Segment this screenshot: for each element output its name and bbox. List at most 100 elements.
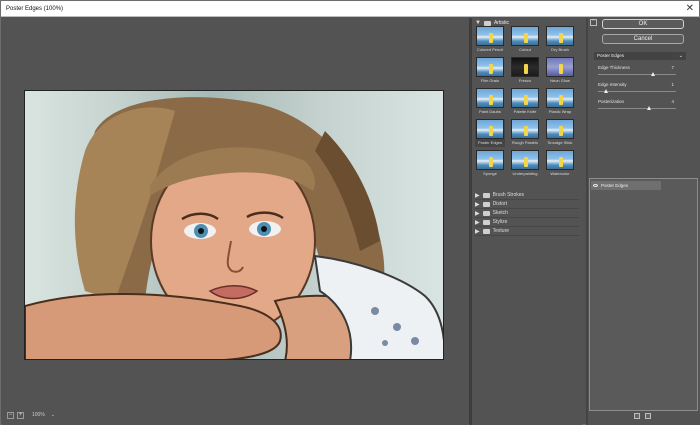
filter-thumbnail-label: Rough Pastels xyxy=(511,140,538,145)
filter-thumbnail[interactable]: Rough Pastels xyxy=(510,119,540,147)
triangle-right-icon: ▶ xyxy=(475,228,480,235)
parameter-slider: Posterization 4 xyxy=(598,99,676,113)
filter-preview-image xyxy=(546,26,574,46)
collapse-gallery-icon[interactable]: ⌃ xyxy=(590,19,597,26)
cancel-button[interactable]: Cancel xyxy=(602,34,684,44)
category-item[interactable]: ▶ Brush Strokes xyxy=(475,191,579,200)
parameter-value[interactable]: 4 xyxy=(671,99,674,104)
filter-preview-image xyxy=(511,150,539,170)
filter-thumbnail-label: Fresco xyxy=(518,78,532,83)
category-item[interactable]: ▶ Distort xyxy=(475,200,579,209)
slider-track[interactable] xyxy=(598,74,676,75)
filter-thumbnail-label: Cutout xyxy=(519,47,531,52)
filter-preview-image xyxy=(511,119,539,139)
zoom-value: 100% xyxy=(32,412,45,418)
slider-track[interactable] xyxy=(598,108,676,109)
filter-thumbnail-label: Neon Glow xyxy=(550,78,570,83)
filter-thumbnail[interactable]: Fresco xyxy=(510,57,540,85)
filter-preview-image xyxy=(546,88,574,108)
slider-handle[interactable] xyxy=(603,89,608,93)
category-list: ▶ Brush Strokes ▶ Distort ▶ Sketch ▶ Stylize ▶ Te… xyxy=(475,191,579,236)
filter-select[interactable]: Poster Edges ⌄ xyxy=(594,52,686,60)
filter-preview-image xyxy=(511,57,539,77)
filter-preview-image xyxy=(476,150,504,170)
new-layer-icon[interactable] xyxy=(634,413,640,419)
filter-thumbnail[interactable]: Poster Edges xyxy=(475,119,505,147)
category-item[interactable]: ▶ Stylize xyxy=(475,218,579,227)
filter-thumbnail-label: Dry Brush xyxy=(551,47,569,52)
slider-handle[interactable] xyxy=(647,106,652,110)
triangle-right-icon: ▶ xyxy=(475,201,480,208)
filter-thumbnail-label: Palette Knife xyxy=(513,109,537,114)
filter-thumbnail[interactable]: Neon Glow xyxy=(545,57,575,85)
zoom-select[interactable]: 100% ⌄ xyxy=(32,412,55,418)
zoom-out-button[interactable]: − xyxy=(7,411,14,419)
settings-panel: ⌃ OK Cancel Poster Edges ⌄ Edge Thicknes… xyxy=(588,18,700,425)
filter-thumbnail[interactable]: Underpainting xyxy=(510,150,540,178)
triangle-right-icon: ▶ xyxy=(475,219,480,226)
filter-thumbnail-label: Watercolor xyxy=(550,171,570,176)
filter-thumbnail[interactable]: Dry Brush xyxy=(545,26,575,54)
filter-thumbnail-label: Poster Edges xyxy=(477,140,502,145)
parameter-value[interactable]: 7 xyxy=(671,65,674,70)
window-title: Poster Edges (100%) xyxy=(6,6,64,12)
filter-preview-image xyxy=(476,88,504,108)
filter-thumbnail[interactable]: Plastic Wrap xyxy=(545,88,575,116)
zoom-bar: − + 100% ⌄ xyxy=(7,410,55,420)
folder-icon xyxy=(482,201,490,207)
effect-layer-label: Poster Edges xyxy=(601,183,629,188)
filter-preview-image xyxy=(476,26,504,46)
filter-gallery-window: Poster Edges (100%) ✕ − + 100% ⌄ ▼ Artis… xyxy=(0,0,700,425)
folder-icon xyxy=(482,219,490,225)
category-label: Distort xyxy=(492,201,508,207)
triangle-right-icon: ▶ xyxy=(475,192,480,199)
filter-preview-image xyxy=(546,119,574,139)
chevron-down-icon: ⌄ xyxy=(678,53,683,59)
category-label: Sketch xyxy=(492,210,508,216)
category-item[interactable]: ▶ Sketch xyxy=(475,209,579,218)
filter-thumbnail[interactable]: Colored Pencil xyxy=(475,26,505,54)
slider-handle[interactable] xyxy=(650,72,655,76)
category-item[interactable]: ▶ Texture xyxy=(475,227,579,236)
category-label: Texture xyxy=(492,228,510,234)
effect-layers-panel: Poster Edges xyxy=(589,178,698,411)
folder-icon xyxy=(482,228,490,234)
zoom-in-button[interactable]: + xyxy=(17,411,24,419)
parameter-label: Posterization xyxy=(598,99,625,104)
filter-thumbnail-label: Smudge Stick xyxy=(547,140,573,145)
slider-track[interactable] xyxy=(598,91,676,92)
filter-thumbnail[interactable]: Cutout xyxy=(510,26,540,54)
chevron-down-icon: ⌄ xyxy=(50,412,55,418)
folder-icon xyxy=(482,210,490,216)
preview-area: − + 100% ⌄ xyxy=(2,18,468,425)
eye-icon[interactable] xyxy=(593,184,598,187)
close-icon[interactable]: ✕ xyxy=(686,1,694,17)
ok-button[interactable]: OK xyxy=(602,19,684,29)
filter-preview-image xyxy=(511,88,539,108)
parameter-label: Edge Thickness xyxy=(598,65,630,70)
filter-thumbnail-label: Paint Daubs xyxy=(479,109,501,114)
filter-thumbnail[interactable]: Paint Daubs xyxy=(475,88,505,116)
filter-thumbnail-label: Film Grain xyxy=(480,78,500,83)
filter-thumbnail-label: Plastic Wrap xyxy=(548,109,572,114)
filter-thumbnail[interactable]: Sponge xyxy=(475,150,505,178)
folder-icon xyxy=(482,192,490,198)
filter-thumbnail[interactable]: Palette Knife xyxy=(510,88,540,116)
effect-layer[interactable]: Poster Edges xyxy=(591,181,661,190)
parameter-slider: Edge Thickness 7 xyxy=(598,65,676,79)
filter-thumbnail-label: Sponge xyxy=(483,171,497,176)
filter-thumbnail[interactable]: Film Grain xyxy=(475,57,505,85)
parameter-value[interactable]: 1 xyxy=(671,82,674,87)
title-bar: Poster Edges (100%) ✕ xyxy=(1,1,699,17)
delete-layer-icon[interactable] xyxy=(645,413,651,419)
filter-preview-image xyxy=(476,119,504,139)
filter-gallery: ▼ Artistic Colored Pencil Cutout Dry Brush… xyxy=(472,18,582,425)
category-label: Brush Strokes xyxy=(492,192,525,198)
filter-preview-image xyxy=(546,150,574,170)
filter-thumbnail[interactable]: Smudge Stick xyxy=(545,119,575,147)
filter-thumbnail-label: Colored Pencil xyxy=(476,47,503,52)
parameter-slider: Edge Intensity 1 xyxy=(598,82,676,96)
filter-thumbnail[interactable]: Watercolor xyxy=(545,150,575,178)
layer-controls xyxy=(634,413,651,419)
filter-preview-image xyxy=(476,57,504,77)
